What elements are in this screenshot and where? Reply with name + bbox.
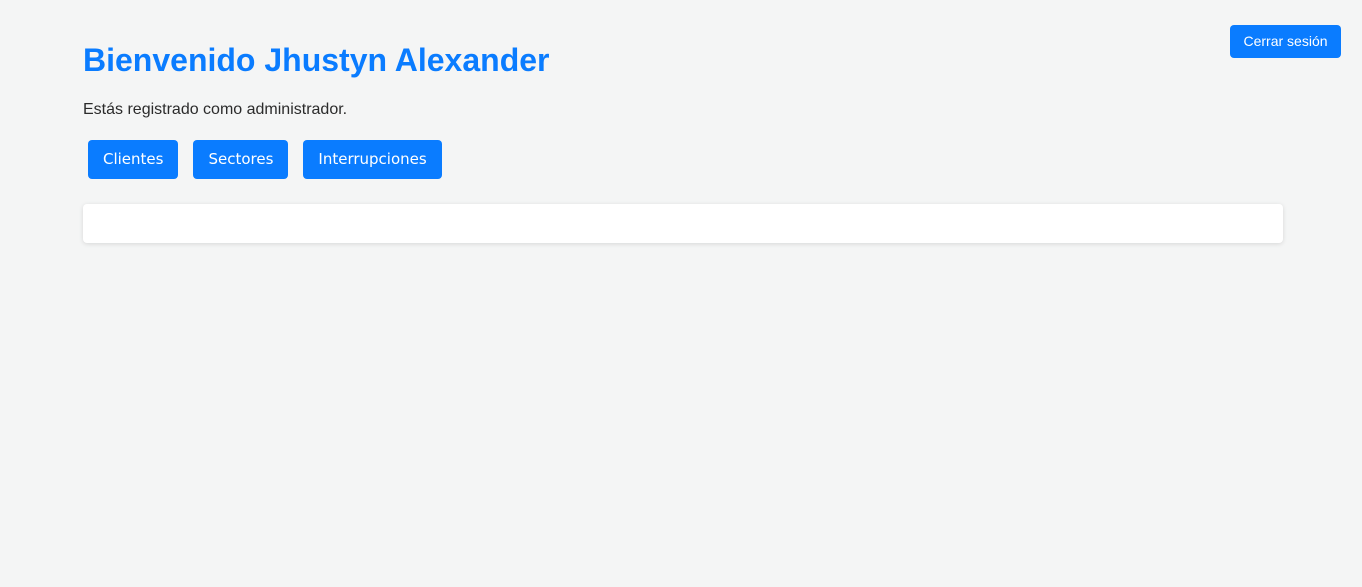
- content-panel: [83, 204, 1283, 243]
- nav-button-group: Clientes Sectores Interrupciones: [88, 140, 442, 179]
- page-title: Bienvenido Jhustyn Alexander: [83, 42, 550, 78]
- sectores-button[interactable]: Sectores: [193, 140, 289, 179]
- role-text: Estás registrado como administrador.: [83, 101, 348, 118]
- logout-button[interactable]: Cerrar sesión: [1230, 25, 1341, 58]
- interrupciones-button[interactable]: Interrupciones: [303, 140, 442, 179]
- clientes-button[interactable]: Clientes: [88, 140, 179, 179]
